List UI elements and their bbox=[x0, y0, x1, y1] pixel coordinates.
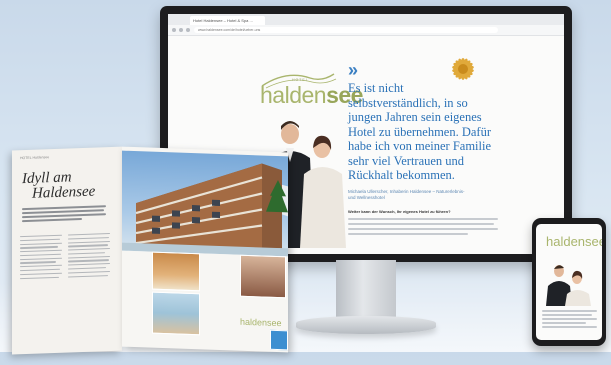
magazine-right-page: haldensee bbox=[122, 146, 288, 353]
phone-owners-photo bbox=[546, 265, 591, 306]
url-input[interactable]: www.haldensee.com/de/hotel/ueber-uns bbox=[194, 27, 498, 33]
text-line bbox=[68, 244, 108, 248]
site-logo[interactable]: HOTEL haldensee bbox=[256, 64, 363, 114]
text-line bbox=[68, 240, 110, 244]
text-line bbox=[542, 326, 597, 328]
browser-address-bar: www.haldensee.com/de/hotel/ueber-uns bbox=[168, 25, 564, 36]
back-icon[interactable] bbox=[172, 28, 176, 32]
text-line bbox=[22, 218, 82, 222]
text-line bbox=[68, 233, 110, 236]
browser-tab[interactable]: Hotel Haldensee – Hotel & Spa ... bbox=[190, 16, 265, 25]
pool-photo bbox=[152, 291, 200, 336]
magazine-ad-logo: haldensee bbox=[240, 316, 282, 329]
text-line bbox=[20, 276, 59, 279]
reload-icon[interactable] bbox=[186, 28, 190, 32]
interview-question: Weiter kann der Wunsch, Ihr eigenes Hote… bbox=[348, 209, 451, 214]
text-line bbox=[20, 234, 62, 238]
monitor-stand bbox=[336, 260, 396, 318]
text-line bbox=[20, 242, 62, 245]
magazine-spread: HOTEL Haldensee Idyll am Haldensee halde… bbox=[12, 143, 312, 357]
magazine-column bbox=[20, 234, 62, 282]
text-line bbox=[68, 263, 110, 266]
text-line bbox=[542, 322, 586, 324]
magazine-kicker: HOTEL Haldensee bbox=[20, 155, 50, 161]
text-line bbox=[20, 261, 56, 264]
text-line bbox=[22, 213, 106, 218]
quote-signature: Michaela Ullerscher, Inhaberin Haldensee… bbox=[348, 189, 465, 200]
text-line bbox=[20, 272, 62, 276]
text-line bbox=[348, 218, 498, 220]
magazine-title: Idyll am Haldensee bbox=[22, 169, 96, 203]
text-line bbox=[68, 252, 105, 255]
text-line bbox=[20, 257, 62, 261]
phone-logo[interactable]: haldensee bbox=[546, 234, 602, 249]
arnica-flower-icon bbox=[452, 58, 474, 80]
monitor-base bbox=[296, 316, 436, 334]
text-line bbox=[20, 249, 62, 253]
hotel-photo bbox=[122, 150, 288, 257]
text-line bbox=[68, 267, 106, 270]
text-line bbox=[68, 259, 109, 263]
ad-square bbox=[270, 329, 288, 351]
text-line bbox=[20, 264, 62, 268]
text-line bbox=[348, 223, 494, 225]
text-line bbox=[542, 310, 597, 312]
text-line bbox=[348, 233, 468, 235]
text-line bbox=[68, 248, 110, 251]
hotel-building-illustration bbox=[122, 163, 288, 257]
text-line bbox=[68, 236, 109, 240]
text-line bbox=[20, 253, 61, 257]
text-line bbox=[68, 270, 110, 274]
magazine-lead bbox=[22, 205, 106, 224]
logo-prefix: halden bbox=[260, 82, 327, 108]
text-line bbox=[348, 228, 498, 230]
forward-icon[interactable] bbox=[179, 28, 183, 32]
text-line bbox=[542, 314, 592, 316]
text-line bbox=[542, 318, 597, 320]
text-line bbox=[20, 246, 58, 249]
text-line bbox=[20, 238, 60, 242]
hero-quote: Es ist nicht selbstverständlich, in so j… bbox=[348, 81, 492, 182]
article-body: Weiter kann der Wunsch, Ihr eigenes Hote… bbox=[348, 209, 498, 238]
phone-text bbox=[542, 310, 597, 330]
text-line bbox=[68, 274, 108, 278]
portrait-photo bbox=[240, 254, 286, 299]
phone-screen: haldensee bbox=[536, 224, 602, 340]
magazine-title-line2: Haldensee bbox=[32, 183, 96, 202]
smartphone: haldensee bbox=[532, 218, 606, 346]
quote-chevron-icon: » bbox=[348, 60, 359, 80]
text-line bbox=[68, 255, 110, 259]
magazine-left-page: HOTEL Haldensee Idyll am Haldensee bbox=[12, 146, 122, 355]
text-line bbox=[20, 268, 60, 272]
magazine-column bbox=[68, 233, 110, 280]
lounge-photo bbox=[152, 251, 200, 292]
